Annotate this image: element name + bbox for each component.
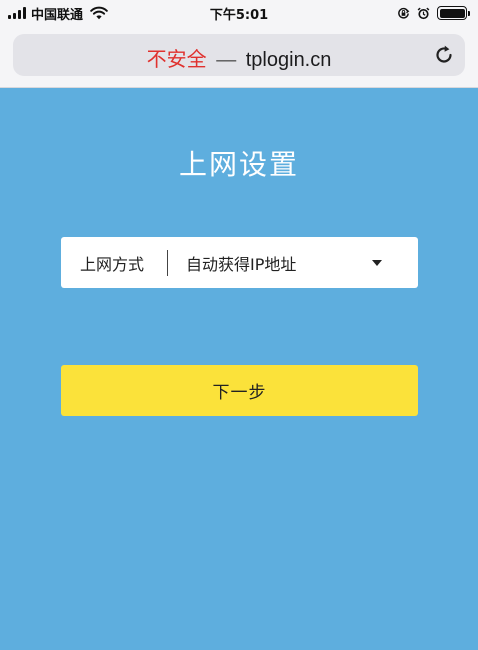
address-bar[interactable]: 不安全 — tplogin.cn (13, 34, 465, 76)
page-title: 上网设置 (178, 148, 299, 181)
status-right-group (397, 4, 470, 22)
dropdown-arrow-icon[interactable] (372, 259, 382, 266)
reload-icon[interactable] (432, 43, 456, 67)
url-separator: — (216, 49, 237, 71)
connection-type-select[interactable]: 上网方式 自动获得IP地址 (61, 237, 418, 288)
url-host: tplogin.cn (245, 49, 332, 71)
alarm-clock-icon (417, 7, 430, 19)
battery-icon (437, 6, 470, 20)
next-step-button[interactable]: 下一步 (61, 365, 418, 416)
battery-fill (439, 8, 465, 18)
connection-type-value: 自动获得IP地址 (186, 254, 297, 274)
status-bar: 中国联通 下午5:01 (0, 0, 478, 26)
orientation-lock-icon (398, 7, 410, 19)
security-warning-label: 不安全 (146, 49, 207, 71)
url-display[interactable]: 不安全 — tplogin.cn (13, 43, 465, 72)
browser-toolbar: 不安全 — tplogin.cn (0, 26, 478, 88)
connection-type-label: 上网方式 (80, 254, 145, 274)
